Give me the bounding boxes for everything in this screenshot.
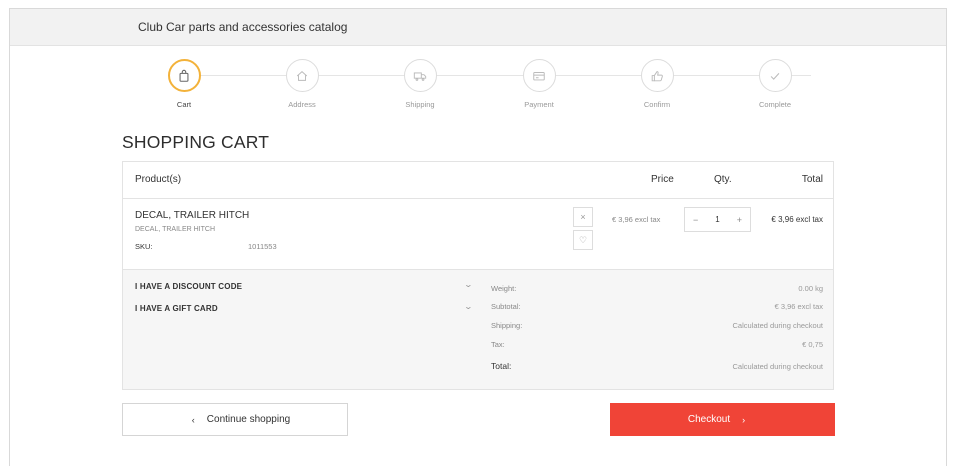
shopping-bag-icon [167,59,201,92]
continue-shopping-button[interactable]: ‹ Continue shopping [122,403,348,436]
close-icon: × [580,212,586,222]
step-cart[interactable]: Cart [144,59,224,109]
checkout-button[interactable]: Checkout › [610,403,835,436]
line-total: € 3,96 excl tax [771,215,823,224]
chevron-right-icon: › [742,414,746,425]
continue-shopping-label: Continue shopping [206,414,291,425]
col-header-product: Product(s) [135,174,182,185]
product-description: DECAL, TRAILER HITCH [135,226,215,233]
subtotal-value: € 3,96 excl tax [774,302,823,311]
total-value: Calculated during checkout [732,362,823,371]
discount-code-toggle[interactable]: I HAVE A DISCOUNT CODE [135,282,242,291]
decrease-quantity-button[interactable]: − [693,215,698,225]
step-label: Complete [758,100,792,109]
col-header-qty: Qty. [714,174,732,185]
tax-label: Tax: [491,340,505,349]
chevron-left-icon: ‹ [191,414,195,425]
quantity-input[interactable]: 1 [715,215,719,224]
credit-card-icon [522,59,556,92]
step-label: Cart [176,100,192,109]
step-shipping[interactable]: Shipping [380,59,460,109]
gift-card-toggle[interactable]: I HAVE A GIFT CARD [135,304,218,313]
remove-item-button[interactable]: × [573,207,593,227]
header-bar: Club Car parts and accessories catalog [10,9,946,46]
heart-icon: ♡ [578,234,588,245]
weight-label: Weight: [491,284,517,293]
tax-value: € 0,75 [802,340,823,349]
col-header-total: Total [801,174,823,185]
step-address[interactable]: Address [262,59,342,109]
checkout-label: Checkout [687,414,731,425]
cart-header: Product(s) Price Qty. Total [123,162,833,199]
page-title: SHOPPING CART [122,132,270,152]
sku-label: SKU: [135,242,153,251]
product-name[interactable]: DECAL, TRAILER HITCH [135,210,249,221]
chevron-down-icon[interactable]: ⌄ [464,302,473,311]
chevron-down-icon[interactable]: ⌄ [464,280,473,289]
cart-item-row: DECAL, TRAILER HITCH DECAL, TRAILER HITC… [123,199,833,270]
increase-quantity-button[interactable]: + [737,215,742,225]
unit-price: € 3,96 excl tax [612,215,661,224]
step-label: Payment [524,100,554,109]
catalog-title[interactable]: Club Car parts and accessories catalog [138,20,347,34]
total-label: Total: [491,361,512,371]
sku-value: 1011553 [248,242,277,251]
step-label: Address [288,100,316,109]
quantity-stepper: − 1 + [684,207,751,232]
checkout-progress: Cart Address Shipping Payment Confirm Co… [167,59,828,119]
weight-value: 0.00 kg [798,284,823,293]
col-header-price: Price [651,174,674,185]
step-payment[interactable]: Payment [499,59,579,109]
cart-table: Product(s) Price Qty. Total DECAL, TRAIL… [122,161,834,390]
step-label: Confirm [643,100,671,109]
step-label: Shipping [405,100,435,109]
step-complete[interactable]: Complete [735,59,815,109]
step-confirm[interactable]: Confirm [617,59,697,109]
truck-icon [403,59,437,92]
shipping-label: Shipping: [491,321,523,330]
checkmark-icon [758,59,792,92]
home-icon [285,59,319,92]
subtotal-label: Subtotal: [491,302,521,311]
shipping-value: Calculated during checkout [732,321,823,330]
thumbs-up-icon [640,59,674,92]
cart-summary: I HAVE A DISCOUNT CODE ⌄ I HAVE A GIFT C… [123,270,833,389]
add-to-wishlist-button[interactable]: ♡ [573,230,593,250]
